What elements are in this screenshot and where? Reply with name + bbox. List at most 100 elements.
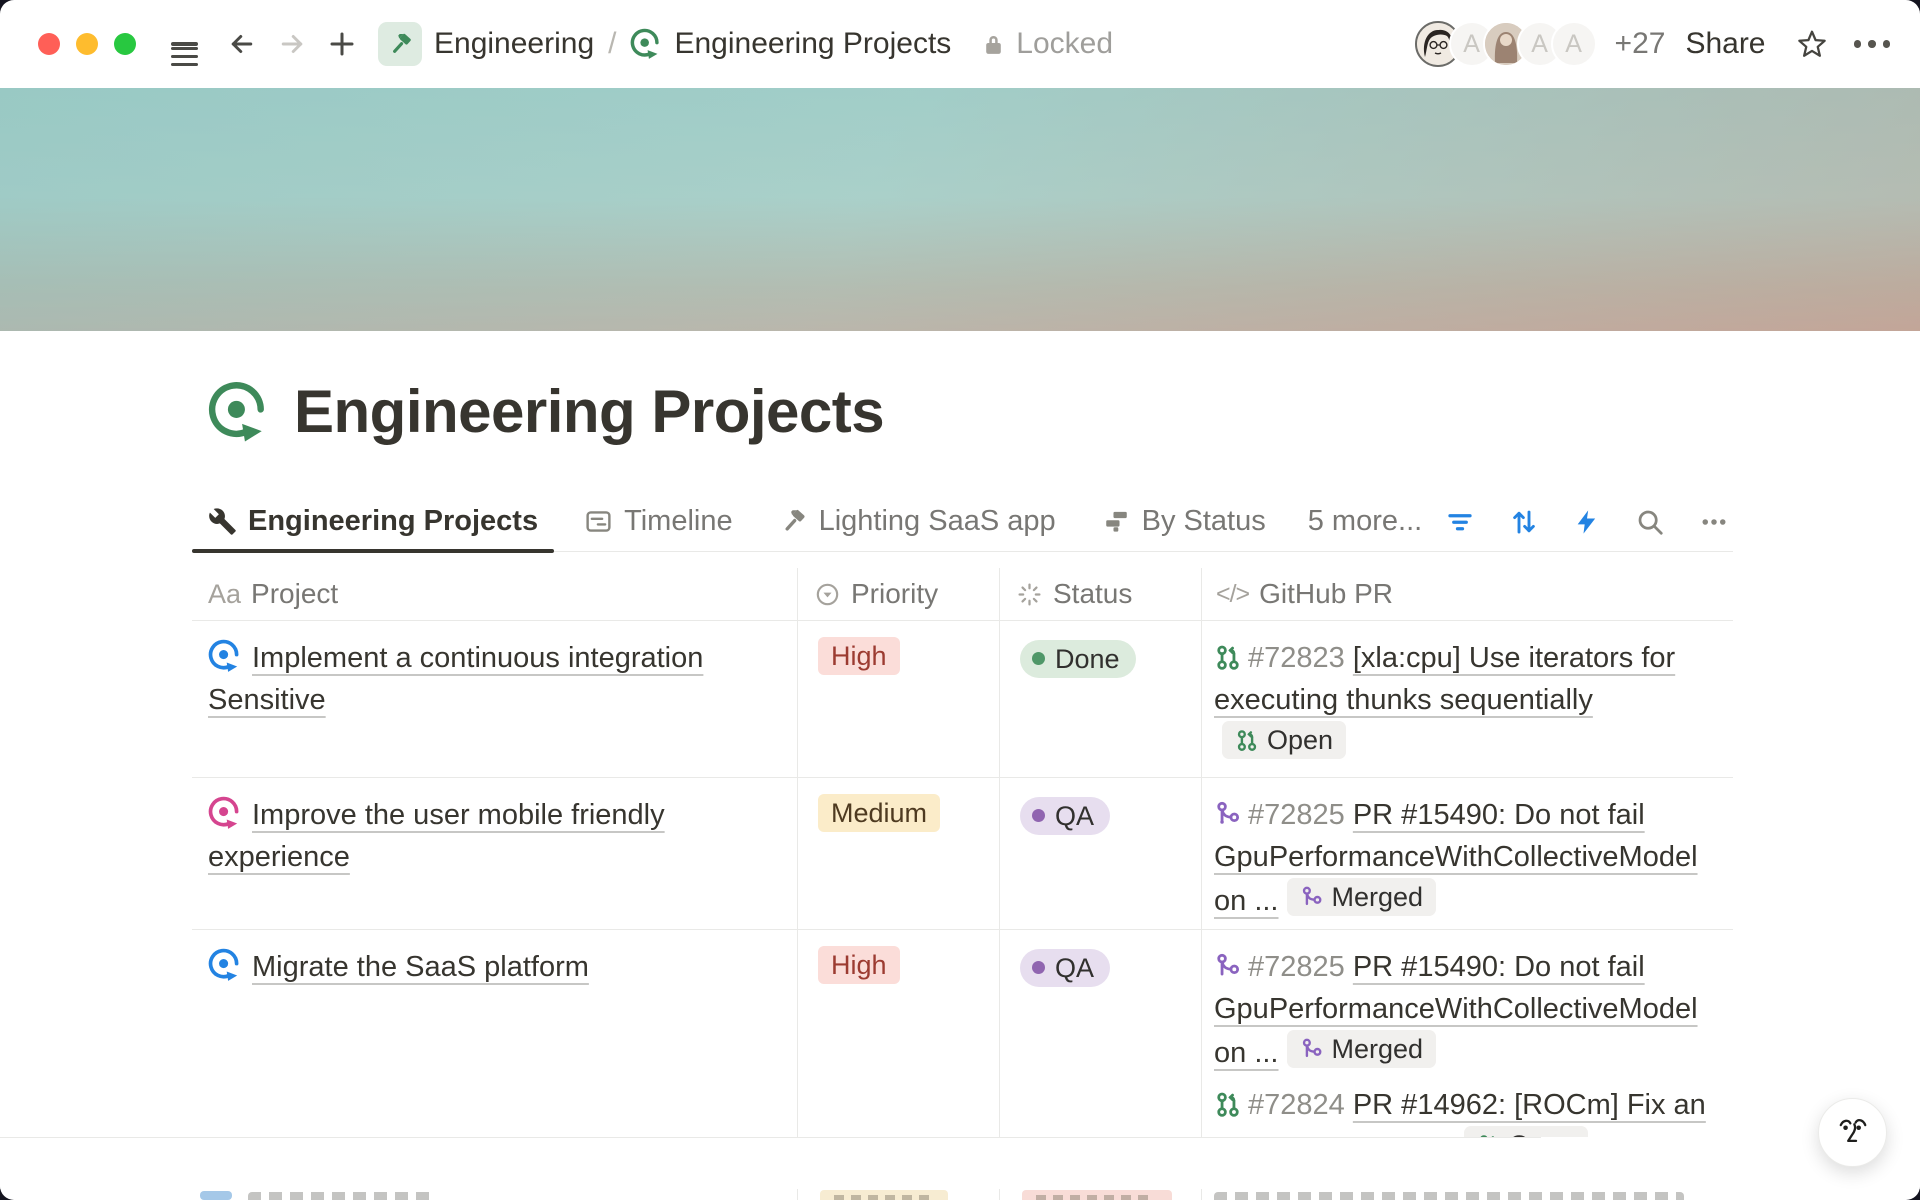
git-merge-icon	[1214, 800, 1242, 828]
breadcrumb-page[interactable]: Engineering Projects	[674, 27, 951, 61]
window-topbar: Engineering / Engineering Projects Locke…	[0, 0, 1920, 88]
minimize-button[interactable]	[76, 33, 98, 55]
pr-state-label: Open	[1267, 721, 1333, 759]
status-label: QA	[1055, 797, 1094, 835]
view-tabs: Engineering Projects Timeline Lighting S…	[192, 492, 1733, 552]
favorite-star-icon[interactable]	[1796, 28, 1828, 60]
project-title-link[interactable]: Implement a continuous integration Sensi…	[208, 642, 703, 716]
project-cell[interactable]: Improve the user mobile friendly experie…	[192, 778, 798, 946]
notion-window: Engineering / Engineering Projects Locke…	[0, 0, 1920, 1200]
pr-number: #72825	[1248, 951, 1345, 983]
clipped-row	[0, 1189, 1920, 1200]
avatar-overflow-count[interactable]: +27	[1615, 27, 1666, 61]
tab-by-status[interactable]: By Status	[1086, 492, 1282, 551]
pr-entry: #72825 PR #15490: Do not fail GpuPerform…	[1214, 946, 1717, 1074]
cycle-icon	[208, 948, 242, 982]
column-header-status[interactable]: Status	[1000, 568, 1202, 620]
avatar-initial: A	[1463, 30, 1480, 59]
wrench-icon	[208, 507, 237, 536]
back-icon[interactable]	[220, 22, 264, 66]
tab-lighting-saas-app[interactable]: Lighting SaaS app	[763, 492, 1072, 551]
priority-tag[interactable]: Medium	[818, 794, 940, 832]
breadcrumb-separator: /	[608, 27, 616, 61]
status-cell[interactable]: Done	[1000, 621, 1202, 789]
cycle-icon	[208, 639, 242, 673]
status-dot	[1032, 809, 1045, 822]
status-pill[interactable]: QA	[1020, 797, 1110, 835]
git-merge-icon	[1300, 1037, 1324, 1061]
bottom-scroll-gutter	[0, 1137, 1920, 1189]
cycle-icon	[630, 28, 662, 60]
status-pill[interactable]: Done	[1020, 640, 1136, 678]
more-views-button[interactable]: 5 more...	[1308, 505, 1422, 538]
text-property-icon: Aa	[208, 579, 241, 610]
priority-cell[interactable]: High	[798, 621, 1000, 789]
tab-label: By Status	[1142, 505, 1266, 538]
page-cover	[0, 88, 1920, 331]
automation-lightning-icon[interactable]	[1573, 508, 1601, 536]
close-button[interactable]	[38, 33, 60, 55]
status-label: Done	[1055, 640, 1120, 678]
clipped-status-pill	[1022, 1190, 1172, 1200]
locked-toggle[interactable]: Locked	[981, 27, 1113, 61]
avatar[interactable]: A	[1551, 21, 1597, 67]
column-label: Priority	[851, 578, 938, 610]
project-cell[interactable]: Implement a continuous integration Sensi…	[192, 621, 798, 789]
cycle-icon	[208, 796, 242, 830]
hammer-icon[interactable]	[378, 22, 422, 66]
column-label: GitHub PR	[1259, 578, 1393, 610]
hammer-icon	[779, 507, 808, 536]
tab-timeline[interactable]: Timeline	[568, 492, 749, 551]
priority-cell[interactable]: Medium	[798, 778, 1000, 946]
page-title[interactable]: Engineering Projects	[294, 377, 884, 446]
pr-state-badge[interactable]: Merged	[1287, 878, 1437, 916]
git-pull-request-icon	[1235, 728, 1259, 752]
pr-state-badge[interactable]: Open	[1222, 721, 1346, 759]
project-title-link[interactable]: Improve the user mobile friendly experie…	[208, 799, 665, 873]
pr-state-label: Merged	[1332, 878, 1424, 916]
git-merge-icon	[1214, 952, 1242, 980]
table-header: Aa Project Priority Status </> GitHub PR	[192, 568, 1733, 621]
project-title-link[interactable]: Migrate the SaaS platform	[252, 951, 589, 983]
pr-state-badge[interactable]: Merged	[1287, 1030, 1437, 1068]
priority-tag[interactable]: High	[818, 637, 900, 675]
column-header-github-pr[interactable]: </> GitHub PR	[1202, 568, 1733, 620]
forward-icon[interactable]	[270, 22, 314, 66]
github-pr-cell[interactable]: #72825 PR #15490: Do not fail GpuPerform…	[1202, 778, 1733, 946]
view-options-icon[interactable]	[1699, 507, 1729, 537]
column-header-priority[interactable]: Priority	[798, 568, 1000, 620]
pr-number: #72824	[1248, 1089, 1345, 1121]
pr-number: #72825	[1248, 799, 1345, 831]
github-pr-cell[interactable]: #72823 [xla:cpu] Use iterators for execu…	[1202, 621, 1733, 789]
column-header-project[interactable]: Aa Project	[192, 568, 798, 620]
breadcrumb-workspace[interactable]: Engineering	[434, 27, 594, 61]
column-label: Status	[1053, 578, 1132, 610]
notion-ai-button[interactable]	[1818, 1098, 1887, 1167]
filter-icon[interactable]	[1445, 507, 1475, 537]
git-pull-request-icon	[1214, 1090, 1242, 1118]
status-label: QA	[1055, 949, 1094, 987]
more-options-icon[interactable]	[1854, 40, 1891, 48]
timeline-card-icon	[584, 507, 613, 536]
search-icon[interactable]	[1635, 507, 1665, 537]
status-cell[interactable]: QA	[1000, 778, 1202, 946]
table-row: Implement a continuous integration Sensi…	[192, 621, 1733, 778]
new-page-icon[interactable]	[320, 22, 364, 66]
pr-state-label: Merged	[1332, 1030, 1424, 1068]
zoom-button[interactable]	[114, 33, 136, 55]
locked-label: Locked	[1016, 27, 1113, 61]
breadcrumb: Engineering / Engineering Projects	[378, 22, 951, 66]
status-property-icon	[1016, 581, 1043, 608]
priority-tag[interactable]: High	[818, 946, 900, 984]
share-button[interactable]: Share	[1685, 27, 1765, 61]
page-icon-cycle[interactable]	[208, 381, 270, 443]
status-dot	[1032, 652, 1045, 665]
git-merge-icon	[1300, 885, 1324, 909]
avatar-initial: A	[1565, 30, 1582, 59]
pr-number: #72823	[1248, 642, 1345, 674]
collaborator-avatars[interactable]: A A A	[1415, 21, 1597, 67]
sort-icon[interactable]	[1509, 507, 1539, 537]
tab-engineering-projects[interactable]: Engineering Projects	[192, 492, 554, 551]
sidebar-menu-icon[interactable]	[162, 22, 206, 66]
status-pill[interactable]: QA	[1020, 949, 1110, 987]
